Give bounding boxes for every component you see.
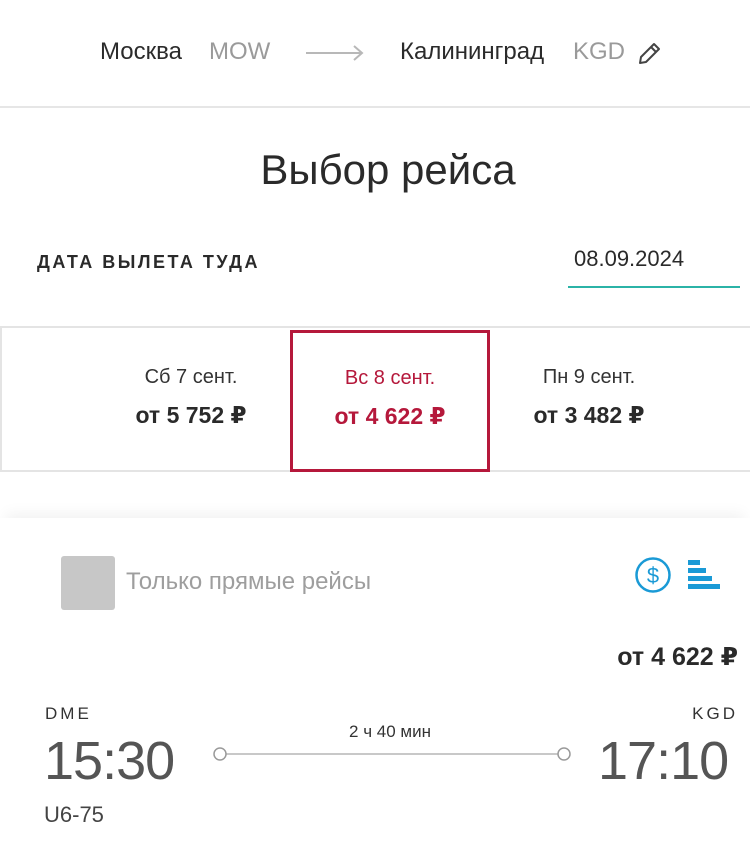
bars-icon[interactable] (688, 560, 720, 590)
day-label: Сб 7 сент. (144, 366, 238, 388)
pencil-icon[interactable] (636, 39, 664, 67)
departure-time: 15:30 (44, 731, 175, 791)
from-city: Москва (100, 38, 182, 65)
day-price: от 5 752 ₽ (135, 402, 247, 428)
flight-duration: 2 ч 40 мин (349, 722, 431, 741)
day-selector: Сб 7 сент. от 5 752 ₽ Вс 8 сент. от 4 62… (0, 326, 750, 472)
from-code: MOW (209, 38, 271, 65)
svg-text:$: $ (647, 563, 659, 588)
flight-path-line (213, 747, 571, 761)
arrival-airport: KGD (692, 704, 738, 723)
departure-airport: DME (45, 704, 92, 723)
day-label: Пн 9 сент. (542, 366, 636, 388)
day-label: Вс 8 сент. (344, 367, 436, 389)
departure-date-value: 08.09.2024 (574, 246, 685, 271)
departure-date-label: ДАТА ВЫЛЕТА ТУДА (37, 252, 261, 272)
route-arrow-icon (306, 45, 364, 61)
dollar-circle-icon[interactable]: $ (634, 556, 672, 594)
day-option-sun-selected[interactable]: Вс 8 сент. от 4 622 ₽ (290, 330, 490, 472)
flight-number: U6-75 (44, 802, 104, 827)
route-header[interactable]: Москва MOW Калининград KGD (0, 0, 750, 108)
day-price: от 3 482 ₽ (533, 402, 645, 428)
to-city: Калининград (400, 38, 545, 65)
departure-date-field[interactable]: 08.09.2024 (568, 238, 740, 288)
day-option-sat[interactable]: Сб 7 сент. от 5 752 ₽ (92, 328, 290, 472)
page-title: Выбор рейса (260, 146, 516, 193)
results-panel: Только прямые рейсы $ от 4 622 ₽ DME KGD… (0, 518, 750, 848)
flight-price: от 4 622 ₽ (617, 643, 738, 671)
direct-only-label[interactable]: Только прямые рейсы (126, 568, 371, 596)
arrival-time: 17:10 (598, 731, 729, 791)
direct-only-checkbox[interactable] (61, 556, 115, 610)
day-price: от 4 622 ₽ (334, 403, 446, 429)
to-code: KGD (573, 38, 626, 65)
day-option-mon[interactable]: Пн 9 сент. от 3 482 ₽ (490, 328, 688, 472)
